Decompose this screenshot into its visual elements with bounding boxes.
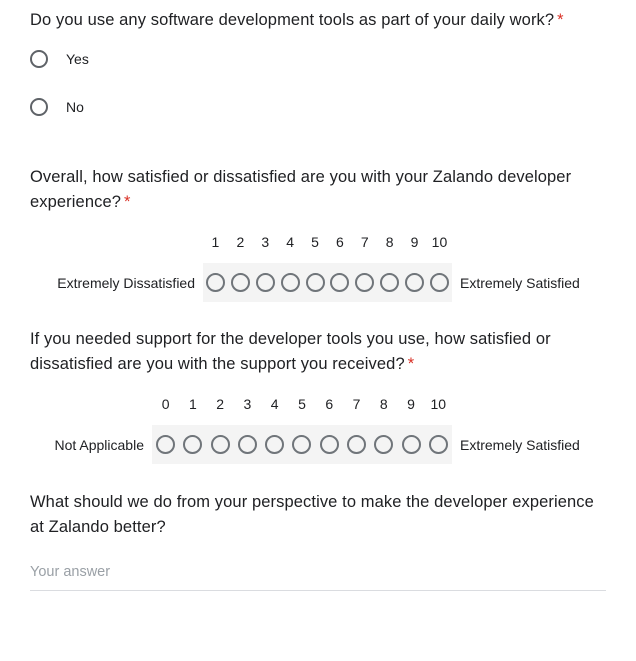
scale-option-2[interactable] — [228, 273, 253, 292]
scale-band-3 — [152, 425, 452, 464]
radio-circle-icon[interactable] — [205, 273, 225, 292]
radio-circle-icon[interactable] — [319, 435, 339, 454]
radio-group-1: Yes No — [0, 47, 636, 119]
radio-option-label: No — [66, 99, 84, 115]
scale-option-10[interactable] — [425, 435, 452, 454]
radio-option-label: Yes — [66, 51, 89, 67]
radio-circle-icon[interactable] — [429, 273, 449, 292]
scale-option-6[interactable] — [316, 435, 343, 454]
scale-option-9[interactable] — [402, 273, 427, 292]
radio-circle-icon[interactable] — [210, 435, 230, 454]
scale-band-2 — [203, 263, 452, 302]
scale-number: 2 — [216, 396, 225, 412]
scale-option-9[interactable] — [397, 435, 424, 454]
radio-circle-icon[interactable] — [292, 435, 312, 454]
scale-option-6[interactable] — [327, 273, 352, 292]
scale-number: 7 — [360, 234, 369, 250]
scale-option-4[interactable] — [261, 435, 288, 454]
radio-circle-icon[interactable] — [183, 435, 203, 454]
radio-circle-icon[interactable] — [355, 273, 375, 292]
scale-number: 10 — [430, 396, 447, 412]
question-title-2-text: Overall, how satisfied or dissatisfied a… — [30, 168, 572, 211]
scale-high-label-2: Extremely Satisfied — [460, 274, 580, 291]
scale-number: 4 — [270, 396, 279, 412]
scale-high-label-3: Extremely Satisfied — [460, 436, 580, 453]
scale-number: 6 — [325, 396, 334, 412]
scale-option-10[interactable] — [427, 273, 452, 292]
question-title-3: If you needed support for the developer … — [0, 327, 636, 377]
scale-option-0[interactable] — [152, 435, 179, 454]
scale-number: 3 — [261, 234, 270, 250]
scale-option-5[interactable] — [288, 435, 315, 454]
scale-option-5[interactable] — [303, 273, 328, 292]
scale-number: 3 — [243, 396, 252, 412]
scale-low-label-2: Extremely Dissatisfied — [57, 274, 195, 291]
scale-number: 7 — [352, 396, 361, 412]
question-title-1-text: Do you use any software development tool… — [30, 11, 555, 29]
radio-circle-icon[interactable] — [255, 273, 275, 292]
question-block-1: Do you use any software development tool… — [0, 0, 636, 119]
question-title-3-text: If you needed support for the developer … — [30, 330, 551, 373]
scale-option-8[interactable] — [377, 273, 402, 292]
scale-number: 8 — [379, 396, 388, 412]
scale-option-7[interactable] — [343, 435, 370, 454]
radio-circle-icon[interactable] — [428, 435, 448, 454]
scale-option-3[interactable] — [234, 435, 261, 454]
scale-low-label-3: Not Applicable — [54, 436, 144, 453]
scale-number: 10 — [431, 234, 448, 250]
radio-circle-icon[interactable] — [230, 273, 250, 292]
scale-number: 9 — [407, 396, 415, 412]
scale-option-1[interactable] — [203, 273, 228, 292]
linear-scale-2: 1 2 3 4 5 6 7 8 9 10 Extremely Dissatisfied Extre… — [0, 233, 636, 302]
scale-number: 8 — [385, 234, 394, 250]
question-block-3: If you needed support for the developer … — [0, 302, 636, 464]
short-answer-field[interactable] — [30, 562, 606, 591]
scale-option-7[interactable] — [352, 273, 377, 292]
scale-number: 5 — [311, 234, 319, 250]
radio-circle-icon[interactable] — [346, 435, 366, 454]
scale-number: 1 — [189, 396, 197, 412]
linear-scale-3: 0 1 2 3 4 5 6 7 8 9 10 Not Applicable Extremely Sa… — [0, 395, 636, 464]
radio-circle-icon[interactable] — [30, 50, 48, 68]
question-title-2: Overall, how satisfied or dissatisfied a… — [0, 165, 636, 215]
radio-circle-icon[interactable] — [405, 273, 425, 292]
radio-circle-icon[interactable] — [280, 273, 300, 292]
radio-circle-icon[interactable] — [156, 435, 176, 454]
radio-circle-icon[interactable] — [265, 435, 285, 454]
scale-option-row-2: Extremely Dissatisfied Extremely Satisfi… — [0, 263, 636, 302]
radio-circle-icon[interactable] — [30, 98, 48, 116]
scale-option-3[interactable] — [253, 273, 278, 292]
scale-number: 1 — [211, 234, 220, 250]
radio-circle-icon[interactable] — [401, 435, 421, 454]
scale-number: 4 — [286, 234, 295, 250]
scale-number-row-2: 1 2 3 4 5 6 7 8 9 10 — [0, 233, 636, 251]
scale-option-8[interactable] — [370, 435, 397, 454]
form-body: Do you use any software development tool… — [0, 0, 636, 591]
scale-number: 2 — [236, 234, 245, 250]
short-answer-input[interactable] — [30, 562, 606, 582]
question-title-1: Do you use any software development tool… — [0, 8, 636, 33]
scale-number: 6 — [336, 234, 344, 250]
required-asterisk-3: * — [407, 355, 415, 373]
radio-circle-icon[interactable] — [380, 273, 400, 292]
radio-option-yes[interactable]: Yes — [30, 47, 636, 71]
radio-circle-icon[interactable] — [330, 273, 350, 292]
radio-circle-icon[interactable] — [237, 435, 257, 454]
question-block-4: What should we do from your perspective … — [0, 464, 636, 591]
scale-option-row-3: Not Applicable Extremely Satisfied — [0, 425, 636, 464]
scale-option-1[interactable] — [179, 435, 206, 454]
radio-circle-icon[interactable] — [374, 435, 394, 454]
scale-number: 9 — [410, 234, 419, 250]
question-title-4: What should we do from your perspective … — [30, 493, 594, 536]
radio-circle-icon[interactable] — [305, 273, 325, 292]
scale-number: 0 — [161, 396, 170, 412]
radio-option-no[interactable]: No — [30, 95, 636, 119]
required-asterisk-2: * — [124, 193, 131, 211]
scale-number: 5 — [298, 396, 306, 412]
required-asterisk-1: * — [557, 11, 564, 29]
scale-option-4[interactable] — [278, 273, 303, 292]
question-block-2: Overall, how satisfied or dissatisfied a… — [0, 143, 636, 302]
scale-number-row-3: 0 1 2 3 4 5 6 7 8 9 10 — [0, 395, 636, 413]
scale-option-2[interactable] — [207, 435, 234, 454]
